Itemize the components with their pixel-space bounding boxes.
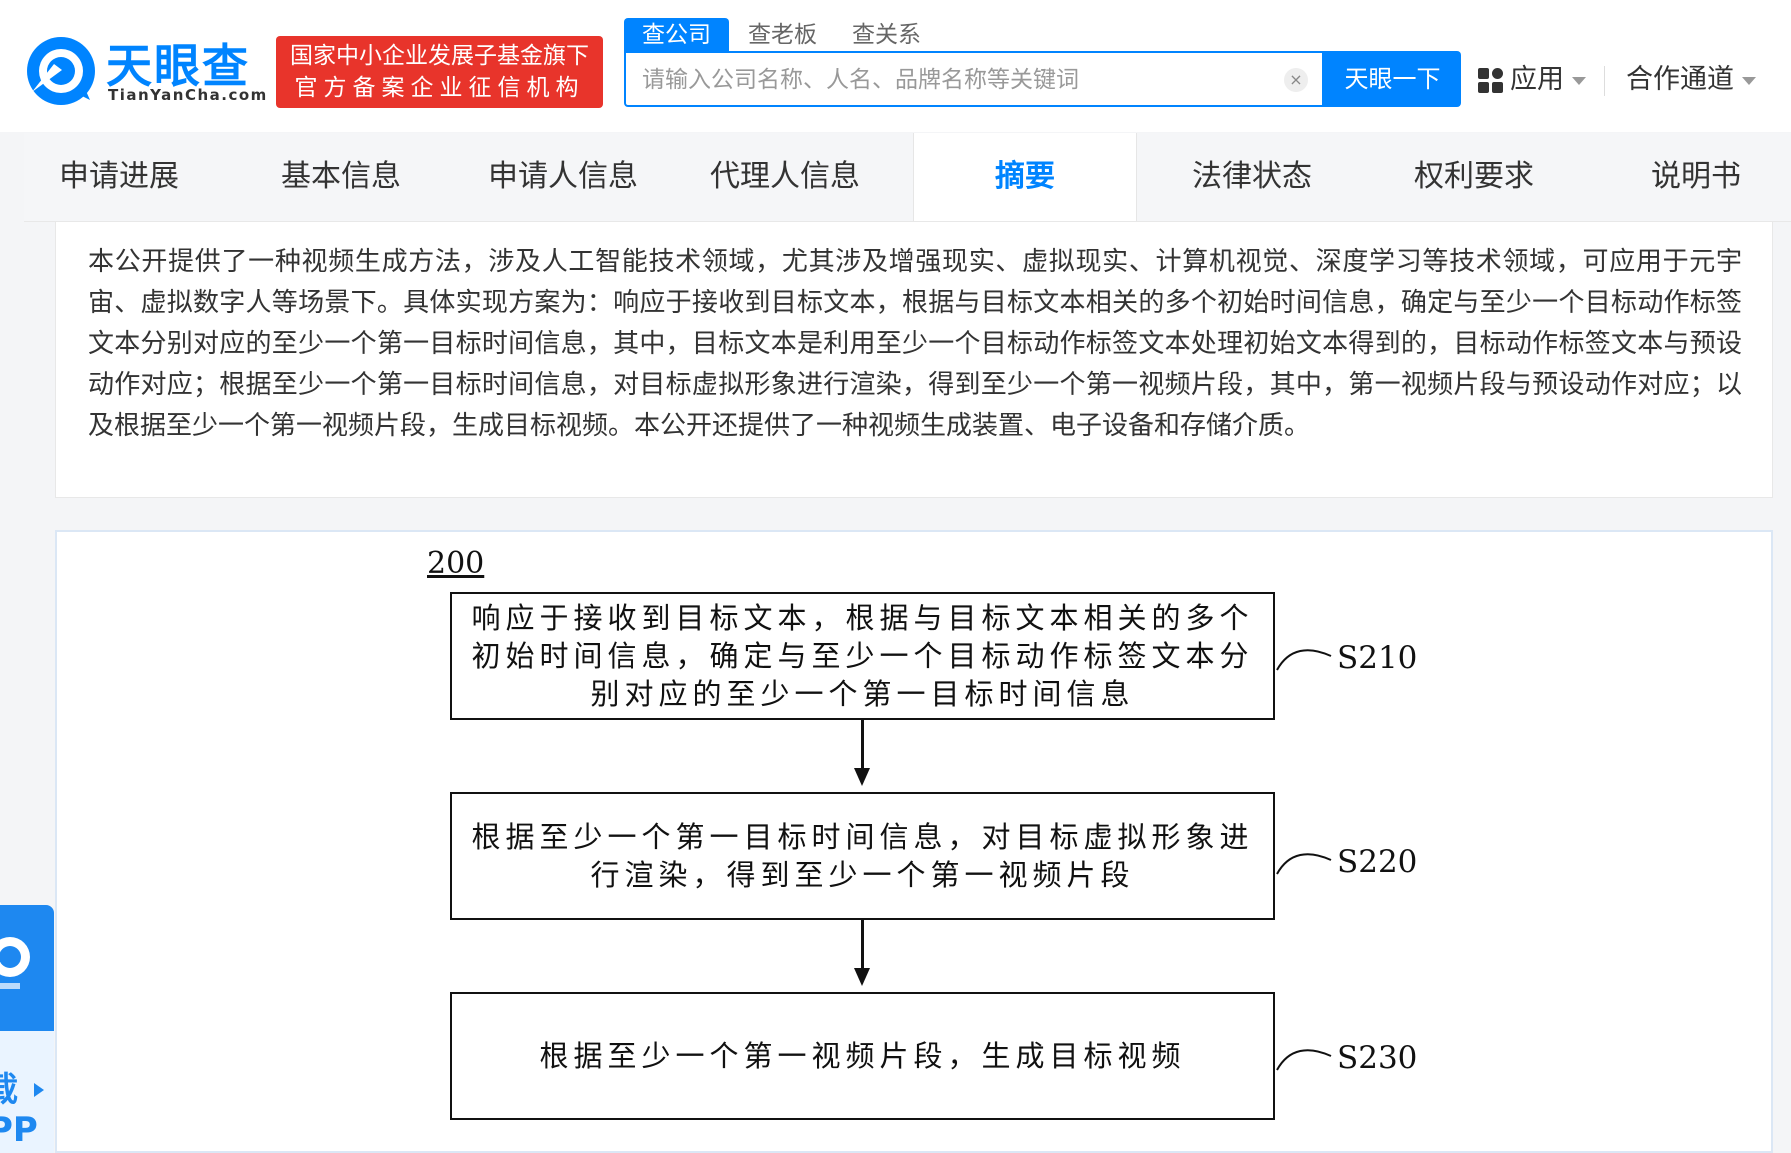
top-header: 天眼查 TianYanCha.com 国家中小企业发展子基金旗下 官方备案企业征… xyxy=(0,0,1791,132)
tab-agent-info[interactable]: 代理人信息 xyxy=(690,133,880,221)
official-badge: 国家中小企业发展子基金旗下 官方备案企业征信机构 xyxy=(276,36,603,108)
flow-step-box: 响应于接收到目标文本，根据与目标文本相关的多个初始时间信息，确定与至少一个目标动… xyxy=(450,592,1275,720)
step-label: S230 xyxy=(1337,1040,1418,1076)
tab-legal-status[interactable]: 法律状态 xyxy=(1157,133,1347,221)
clear-icon[interactable]: × xyxy=(1284,68,1308,92)
arrow-down-icon xyxy=(854,968,870,986)
chevron-down-icon xyxy=(1742,76,1756,85)
flow-step-text: 响应于接收到目标文本，根据与目标文本相关的多个初始时间信息，确定与至少一个目标动… xyxy=(471,601,1254,711)
abstract-text: 本公开提供了一种视频生成方法，涉及人工智能技术领域，尤其涉及增强现实、虚拟现实、… xyxy=(88,247,1742,441)
flow-arrow xyxy=(861,720,864,772)
leader-line xyxy=(1276,649,1332,671)
download-label[interactable]: 载 xyxy=(0,1062,18,1111)
abstract-card: 本公开提供了一种视频生成方法，涉及人工智能技术领域，尤其涉及增强现实、虚拟现实、… xyxy=(55,222,1773,498)
search-button[interactable]: 天眼一下 xyxy=(1324,51,1461,107)
flow-step-box: 根据至少一个第一目标时间信息，对目标虚拟形象进行渲染，得到至少一个第一视频片段 xyxy=(450,792,1275,920)
tab-basic-info[interactable]: 基本信息 xyxy=(246,133,436,221)
tab-description[interactable]: 说明书 xyxy=(1601,133,1791,221)
flow-step-text: 根据至少一个第一视频片段，生成目标视频 xyxy=(539,1039,1186,1073)
leader-line xyxy=(1276,1049,1332,1071)
tianyancha-logo-icon[interactable] xyxy=(24,34,98,108)
search-tab-boss[interactable]: 查老板 xyxy=(730,18,835,52)
header-divider xyxy=(1604,66,1605,96)
play-arrow-icon xyxy=(34,1083,44,1097)
step-label: S210 xyxy=(1337,640,1418,676)
step-label: S220 xyxy=(1337,844,1418,880)
tab-applicant-info[interactable]: 申请人信息 xyxy=(468,133,658,221)
cooperation-label: 合作通道 xyxy=(1626,64,1734,95)
arrow-down-icon xyxy=(854,768,870,786)
flow-step-text: 根据至少一个第一目标时间信息，对目标虚拟形象进行渲染，得到至少一个第一视频片段 xyxy=(471,820,1254,892)
search-tab-relation[interactable]: 查关系 xyxy=(834,18,939,52)
apps-label: 应用 xyxy=(1510,64,1564,95)
app-logo-icon xyxy=(0,937,30,989)
flow-arrow xyxy=(861,920,864,972)
search-input[interactable] xyxy=(640,61,1244,99)
badge-line-2: 官方备案企业征信机构 xyxy=(294,75,585,101)
search-box: × xyxy=(624,51,1324,107)
flow-step-box: 根据至少一个第一视频片段，生成目标视频 xyxy=(450,992,1275,1120)
abstract-figure: 200 响应于接收到目标文本，根据与目标文本相关的多个初始时间信息，确定与至少一… xyxy=(55,530,1773,1153)
apps-menu[interactable]: 应用 xyxy=(1478,62,1586,98)
grid-apps-icon xyxy=(1478,67,1504,94)
search-tab-company[interactable]: 查公司 xyxy=(624,18,729,52)
tab-claims[interactable]: 权利要求 xyxy=(1379,133,1569,221)
chevron-down-icon xyxy=(1572,76,1586,85)
figure-number: 200 xyxy=(427,546,485,581)
app-label[interactable]: PP xyxy=(0,1110,38,1150)
tab-application-progress[interactable]: 申请进展 xyxy=(24,133,214,221)
badge-line-1: 国家中小企业发展子基金旗下 xyxy=(290,43,589,69)
tab-abstract[interactable]: 摘要 xyxy=(913,133,1137,221)
brand-domain: TianYanCha.com xyxy=(108,86,268,104)
patent-detail-tabs: 申请进展 基本信息 申请人信息 代理人信息 摘要 法律状态 权利要求 说明书 xyxy=(24,133,1791,222)
leader-line xyxy=(1276,853,1332,875)
cooperation-menu[interactable]: 合作通道 xyxy=(1626,62,1756,98)
